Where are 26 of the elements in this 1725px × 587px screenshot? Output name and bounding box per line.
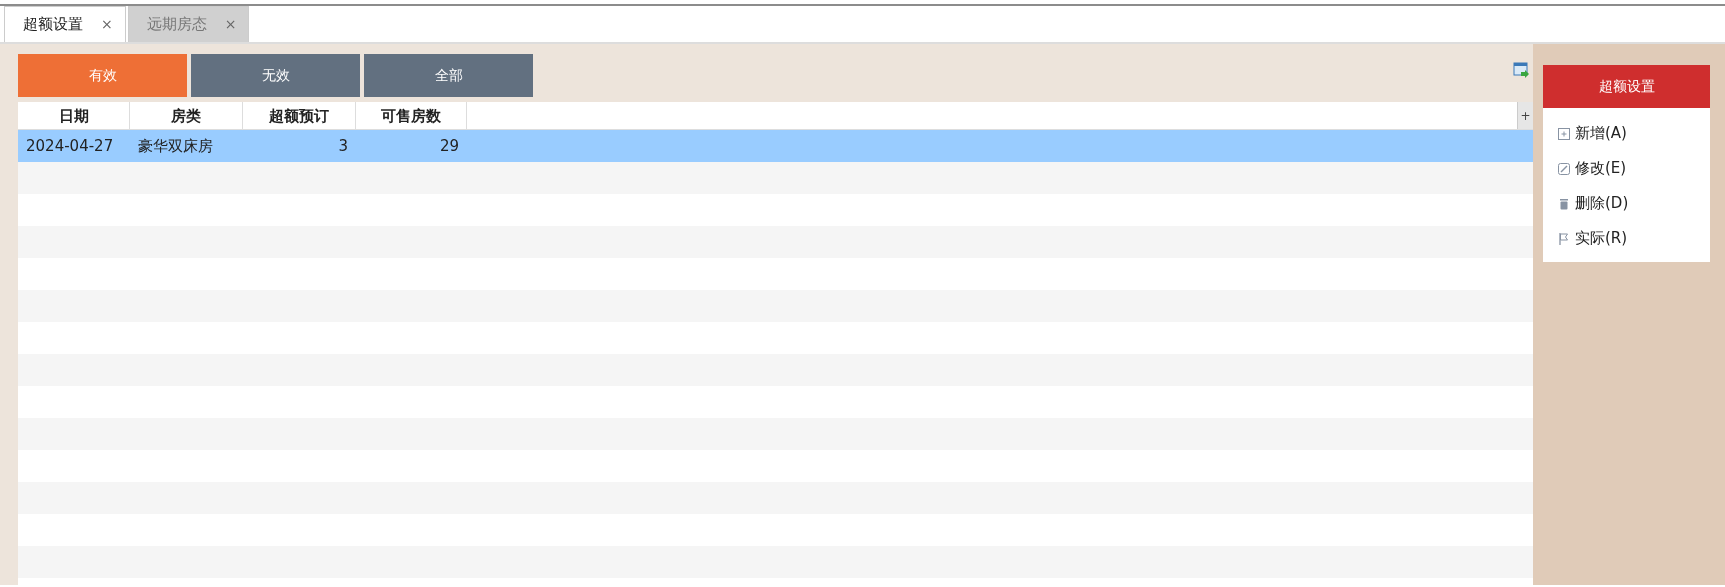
action-button[interactable]: 新增(A) <box>1557 116 1627 151</box>
tab[interactable]: 远期房态 × <box>127 6 250 42</box>
plus-icon <box>1557 126 1571 141</box>
flag-icon <box>1557 231 1571 246</box>
table-cell-text: 29 <box>438 135 460 157</box>
column-header[interactable]: 可售房数 <box>356 102 467 129</box>
panel-title: 超额设置 <box>1543 65 1710 108</box>
filter-button[interactable]: 全部 <box>364 54 533 97</box>
column-header[interactable]: 房类 <box>130 102 243 129</box>
action-button[interactable]: 修改(E) <box>1557 151 1627 186</box>
add-column-button[interactable]: + <box>1517 102 1533 129</box>
column-header[interactable]: 日期 <box>18 102 130 129</box>
table-row[interactable]: 2024-04-27 豪华双床房 3 29 <box>18 130 1533 162</box>
pencil-icon <box>1557 161 1571 176</box>
tab[interactable]: 超额设置 × <box>4 6 126 42</box>
export-icon[interactable] <box>1513 62 1529 78</box>
table-cell-text: 2024-04-27 <box>25 135 115 157</box>
column-header[interactable]: 超额预订 <box>243 102 356 129</box>
trash-icon <box>1557 196 1571 211</box>
close-icon[interactable]: × <box>101 14 113 35</box>
close-icon[interactable]: × <box>224 14 237 35</box>
table-cell-text: 3 <box>337 135 349 157</box>
action-button[interactable]: 实际(R) <box>1557 221 1628 256</box>
table-cell-text: 豪华双床房 <box>137 135 214 157</box>
action-button[interactable]: 删除(D) <box>1557 186 1629 221</box>
filter-button[interactable]: 无效 <box>191 54 360 97</box>
